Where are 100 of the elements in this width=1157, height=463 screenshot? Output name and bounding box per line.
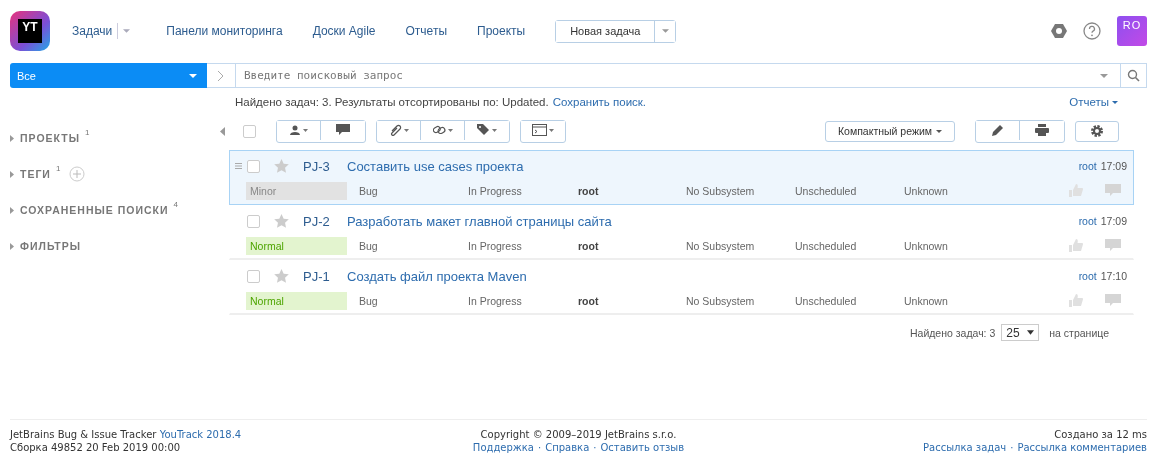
- issue-id[interactable]: PJ-3: [303, 158, 347, 174]
- fix-version-field[interactable]: Unscheduled: [795, 239, 904, 252]
- comment-icon[interactable]: [336, 124, 350, 136]
- select-all-checkbox[interactable]: [243, 124, 256, 138]
- sidebar-section[interactable]: СОХРАНЕННЫЕ ПОИСКИ: [20, 204, 169, 216]
- affected-version-field[interactable]: Unknown: [904, 294, 984, 307]
- build-info: Сборка 49852 20 Feb 2019 00:00: [10, 442, 182, 453]
- issue-row[interactable]: PJ-2 Разработать макет главной страницы сайта root 17:09 Normal Bug In Progress root No Subsystem Unscheduled Unknown: [229, 205, 1134, 260]
- fix-version-field[interactable]: Unscheduled: [795, 184, 904, 197]
- footer-link[interactable]: Оставить отзыв: [600, 442, 685, 453]
- reporter-link[interactable]: root: [1078, 215, 1097, 227]
- state-field[interactable]: In Progress: [468, 184, 578, 197]
- nav-dropdown[interactable]: Задачи: [72, 23, 131, 39]
- nav-link[interactable]: Доски Agile: [312, 24, 376, 38]
- updated-time: 17:10: [1100, 270, 1127, 282]
- edit-button[interactable]: [976, 120, 1020, 140]
- settings-icon[interactable]: [1090, 124, 1104, 138]
- save-search-link[interactable]: Сохранить поиск.: [552, 96, 647, 108]
- state-field[interactable]: In Progress: [468, 294, 578, 307]
- issue-row[interactable]: PJ-1 Создать файл проекта Maven root 17:10 Normal Bug In Progress root No Subsystem Unscheduled Unknown: [229, 260, 1134, 315]
- logo-icon[interactable]: YT: [10, 11, 50, 51]
- footer-link[interactable]: Рассылка задач: [923, 442, 1007, 453]
- expand-icon[interactable]: [10, 206, 14, 214]
- star-icon[interactable]: [274, 214, 289, 228]
- caret-icon[interactable]: [936, 129, 942, 133]
- page-size-select[interactable]: 25: [1001, 324, 1040, 341]
- search-field[interactable]: Введите поисковый запрос: [207, 63, 1147, 88]
- footer-link[interactable]: Поддержка: [472, 442, 534, 453]
- subsystem-field[interactable]: No Subsystem: [686, 184, 795, 197]
- section-count: 1: [84, 128, 91, 137]
- nav-link[interactable]: Проекты: [477, 24, 526, 38]
- separator: ·: [1010, 442, 1014, 453]
- per-page-label: на странице: [1049, 326, 1109, 339]
- search-icon[interactable]: [1127, 69, 1140, 82]
- collapse-icon[interactable]: [220, 126, 225, 136]
- version-link[interactable]: YouTrack 2018.4: [159, 429, 242, 440]
- reporter-link[interactable]: root: [1078, 160, 1097, 172]
- context-dropdown[interactable]: Все: [10, 63, 207, 88]
- user-avatar[interactable]: RO: [1117, 16, 1147, 46]
- paperclip-icon[interactable]: [388, 124, 409, 136]
- thumbs-up-icon[interactable]: [1069, 294, 1083, 307]
- issue-id[interactable]: PJ-2: [303, 213, 347, 229]
- thumbs-up-icon[interactable]: [1069, 239, 1083, 252]
- affected-version-field[interactable]: Unknown: [904, 184, 984, 197]
- issue-checkbox[interactable]: [247, 269, 260, 283]
- reports-dropdown[interactable]: Отчеты: [1069, 96, 1118, 108]
- issue-summary[interactable]: Составить use cases проекта: [347, 158, 524, 174]
- caret-icon[interactable]: [1112, 100, 1118, 104]
- issue-checkbox[interactable]: [247, 159, 260, 173]
- issue-summary[interactable]: Создать файл проекта Maven: [347, 268, 527, 284]
- type-field[interactable]: Bug: [359, 239, 468, 252]
- nav-link[interactable]: Отчеты: [405, 24, 447, 38]
- type-field[interactable]: Bug: [359, 184, 468, 197]
- assignee-field[interactable]: root: [578, 239, 686, 252]
- caret-icon[interactable]: [1027, 330, 1035, 335]
- footer-link[interactable]: Рассылка комментариев: [1017, 442, 1147, 453]
- drag-handle-icon[interactable]: [235, 163, 242, 169]
- terminal-icon[interactable]: [532, 124, 554, 136]
- updated-time: 17:09: [1100, 160, 1127, 172]
- subsystem-field[interactable]: No Subsystem: [686, 294, 795, 307]
- star-icon[interactable]: [274, 269, 289, 283]
- attachment-button[interactable]: [377, 120, 421, 140]
- expand-icon[interactable]: [10, 170, 14, 178]
- new-issue-button[interactable]: Новая задача: [556, 20, 656, 42]
- person-icon[interactable]: [289, 125, 308, 135]
- sidebar-section[interactable]: ФИЛЬТРЫ: [20, 240, 82, 252]
- type-field[interactable]: Bug: [359, 294, 468, 307]
- help-icon[interactable]: [1083, 22, 1101, 40]
- assignee-button[interactable]: [277, 120, 321, 140]
- issue-row[interactable]: PJ-3 Составить use cases проекта root 17:09 Minor Bug In Progress root No Subsystem Unscheduled Unknown: [229, 150, 1134, 205]
- fix-version-field[interactable]: Unscheduled: [795, 294, 904, 307]
- subsystem-field[interactable]: No Subsystem: [686, 239, 795, 252]
- link-icon[interactable]: [432, 124, 453, 136]
- updated-time: 17:09: [1100, 215, 1127, 227]
- issue-summary[interactable]: Разработать макет главной страницы сайта: [347, 213, 612, 229]
- expand-icon[interactable]: [10, 134, 14, 142]
- state-field[interactable]: In Progress: [468, 239, 578, 252]
- footer-link[interactable]: Справка: [545, 442, 590, 453]
- thumbs-up-icon[interactable]: [1069, 184, 1083, 197]
- product-name: JetBrains Bug & Issue Tracker: [10, 429, 157, 440]
- issue-checkbox[interactable]: [247, 214, 260, 228]
- reporter-link[interactable]: root: [1078, 270, 1097, 282]
- sidebar-section[interactable]: ПРОЕКТЫ: [20, 132, 80, 144]
- tag-icon[interactable]: [477, 124, 497, 136]
- separator: ·: [593, 442, 597, 453]
- nav-link[interactable]: Панели мониторинга: [166, 24, 283, 38]
- hexagon-icon[interactable]: [1051, 23, 1067, 39]
- printer-icon[interactable]: [1035, 124, 1049, 136]
- issue-id[interactable]: PJ-1: [303, 268, 347, 284]
- assignee-field[interactable]: root: [578, 184, 686, 197]
- found-count: Найдено задач: 3: [909, 326, 996, 339]
- affected-version-field[interactable]: Unknown: [904, 239, 984, 252]
- sidebar-section[interactable]: ТЕГИ: [20, 168, 51, 180]
- settings-button[interactable]: [1075, 120, 1119, 142]
- assignee-field[interactable]: root: [578, 294, 686, 307]
- star-icon[interactable]: [274, 159, 289, 173]
- expand-icon[interactable]: [10, 242, 14, 250]
- render-time: Создано за 12 ms: [1054, 429, 1147, 440]
- pencil-icon[interactable]: [991, 124, 1004, 136]
- view-mode-dropdown[interactable]: Компактный режим: [824, 120, 955, 142]
